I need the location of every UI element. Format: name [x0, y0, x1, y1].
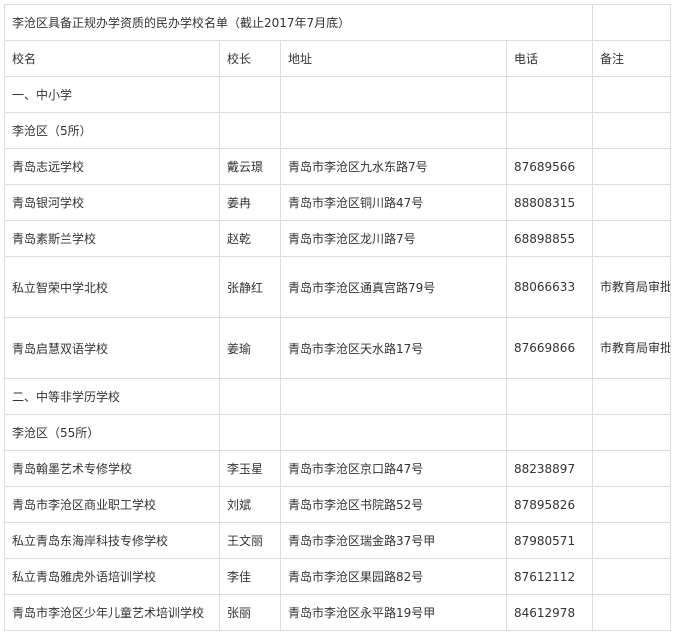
school-address: 青岛市李沧区天水路17号	[280, 317, 507, 379]
district-label: 李沧区（55所）	[4, 414, 220, 451]
district-label: 李沧区（5所）	[4, 112, 220, 149]
section-row: 二、中等非学历学校	[4, 378, 671, 415]
school-note	[592, 220, 671, 257]
school-name: 青岛启慧双语学校	[4, 317, 220, 379]
school-address: 青岛市李沧区果园路82号	[280, 558, 507, 595]
school-phone: 87669866	[506, 317, 593, 379]
school-address: 青岛市李沧区铜川路47号	[280, 184, 507, 221]
school-note	[592, 522, 671, 559]
school-name: 私立青岛雅虎外语培训学校	[4, 558, 220, 595]
header-principal: 校长	[219, 40, 281, 77]
school-note: 市教育局审批	[592, 317, 671, 379]
table-row: 青岛素斯兰学校 赵乾 青岛市李沧区龙川路7号 68898855	[4, 220, 671, 257]
school-phone: 68898855	[506, 220, 593, 257]
section-label: 一、中小学	[4, 76, 220, 113]
school-address: 青岛市李沧区九水东路7号	[280, 148, 507, 185]
school-address: 青岛市李沧区永平路19号甲	[280, 594, 507, 631]
school-phone: 87689566	[506, 148, 593, 185]
school-note: 市教育局审批	[592, 256, 671, 318]
school-list-table: 李沧区具备正规办学资质的民办学校名单（截止2017年7月底） 校名 校长 地址 …	[4, 4, 671, 631]
school-phone: 87612112	[506, 558, 593, 595]
table-row: 私立智荣中学北校 张静红 青岛市李沧区通真宫路79号 88066633 市教育局审批	[4, 256, 671, 318]
school-note	[592, 594, 671, 631]
school-address: 青岛市李沧区龙川路7号	[280, 220, 507, 257]
principal-name: 李佳	[219, 558, 281, 595]
school-phone: 88238897	[506, 450, 593, 487]
school-name: 青岛市李沧区商业职工学校	[4, 486, 220, 523]
district-row: 李沧区（55所）	[4, 414, 671, 451]
school-phone: 84612978	[506, 594, 593, 631]
principal-name: 王文丽	[219, 522, 281, 559]
principal-name: 刘斌	[219, 486, 281, 523]
principal-name: 张丽	[219, 594, 281, 631]
district-row: 李沧区（5所）	[4, 112, 671, 149]
school-address: 青岛市李沧区通真宫路79号	[280, 256, 507, 318]
school-name: 青岛市李沧区少年儿童艺术培训学校	[4, 594, 220, 631]
header-row: 校名 校长 地址 电话 备注	[4, 40, 671, 77]
header-address: 地址	[280, 40, 507, 77]
title-empty-cell	[592, 4, 671, 41]
principal-name: 姜瑜	[219, 317, 281, 379]
table-row: 私立青岛雅虎外语培训学校 李佳 青岛市李沧区果园路82号 87612112	[4, 558, 671, 595]
section-row: 一、中小学	[4, 76, 671, 113]
table-row: 青岛市李沧区商业职工学校 刘斌 青岛市李沧区书院路52号 87895826	[4, 486, 671, 523]
school-note	[592, 450, 671, 487]
school-address: 青岛市李沧区书院路52号	[280, 486, 507, 523]
table-row: 青岛翰墨艺术专修学校 李玉星 青岛市李沧区京口路47号 88238897	[4, 450, 671, 487]
school-note	[592, 184, 671, 221]
principal-name: 姜冉	[219, 184, 281, 221]
table-row: 青岛市李沧区少年儿童艺术培训学校 张丽 青岛市李沧区永平路19号甲 84612978	[4, 594, 671, 631]
school-name: 私立智荣中学北校	[4, 256, 220, 318]
header-name: 校名	[4, 40, 220, 77]
school-note	[592, 148, 671, 185]
school-name: 私立青岛东海岸科技专修学校	[4, 522, 220, 559]
table-row: 青岛志远学校 戴云璟 青岛市李沧区九水东路7号 87689566	[4, 148, 671, 185]
school-name: 青岛素斯兰学校	[4, 220, 220, 257]
header-phone: 电话	[506, 40, 593, 77]
principal-name: 赵乾	[219, 220, 281, 257]
school-phone: 87980571	[506, 522, 593, 559]
school-phone: 88066633	[506, 256, 593, 318]
table-row: 私立青岛东海岸科技专修学校 王文丽 青岛市李沧区瑞金路37号甲 87980571	[4, 522, 671, 559]
table-title: 李沧区具备正规办学资质的民办学校名单（截止2017年7月底）	[4, 4, 593, 41]
principal-name: 戴云璟	[219, 148, 281, 185]
table-row: 青岛银河学校 姜冉 青岛市李沧区铜川路47号 88808315	[4, 184, 671, 221]
school-phone: 87895826	[506, 486, 593, 523]
table-row: 青岛启慧双语学校 姜瑜 青岛市李沧区天水路17号 87669866 市教育局审批	[4, 317, 671, 379]
school-note	[592, 558, 671, 595]
school-name: 青岛银河学校	[4, 184, 220, 221]
school-phone: 88808315	[506, 184, 593, 221]
school-name: 青岛翰墨艺术专修学校	[4, 450, 220, 487]
school-name: 青岛志远学校	[4, 148, 220, 185]
school-address: 青岛市李沧区京口路47号	[280, 450, 507, 487]
title-row: 李沧区具备正规办学资质的民办学校名单（截止2017年7月底）	[4, 4, 671, 41]
school-note	[592, 486, 671, 523]
header-note: 备注	[592, 40, 671, 77]
school-address: 青岛市李沧区瑞金路37号甲	[280, 522, 507, 559]
principal-name: 李玉星	[219, 450, 281, 487]
principal-name: 张静红	[219, 256, 281, 318]
section-label: 二、中等非学历学校	[4, 378, 220, 415]
